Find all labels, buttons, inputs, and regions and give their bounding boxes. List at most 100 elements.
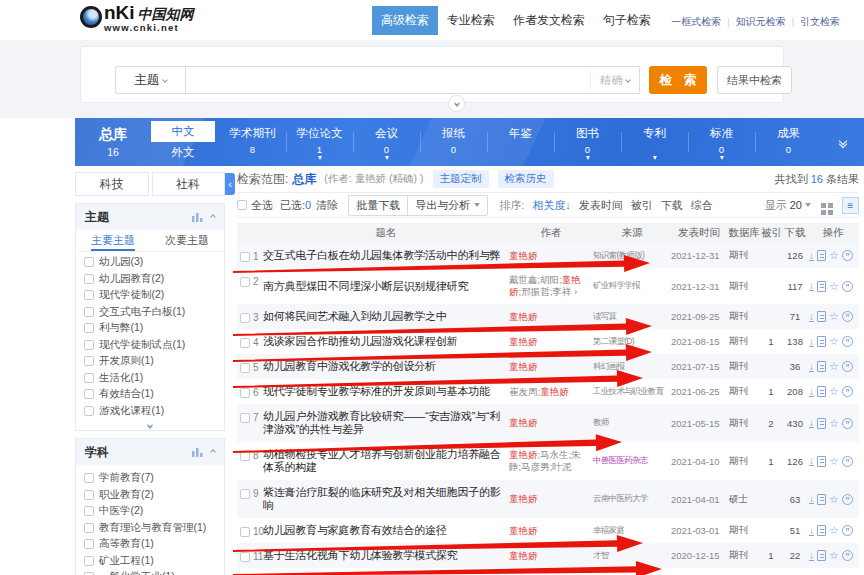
search-in-results-button[interactable]: 结果中检索 [717,66,792,94]
download-icon[interactable]: ↓ [809,387,814,397]
header-link[interactable]: 一框式检索 [671,15,721,29]
sort-option[interactable]: 发表时间 [579,198,623,213]
author-name[interactable]: 童艳娇 [509,311,538,322]
html-read-icon[interactable] [817,250,826,261]
result-title-link[interactable]: 如何将民间艺术融入到幼儿园教学之中 [263,310,509,323]
result-title-link[interactable]: 幼儿园教育中游戏化教学的创设分析 [263,360,509,373]
db-item[interactable]: 报纸0 [420,118,487,166]
collect-icon[interactable]: ☆ [829,494,839,505]
topic-filter-item[interactable]: 利与弊(1) [84,320,216,337]
checkbox[interactable] [84,490,94,500]
author-name[interactable]: 童艳娇 [509,550,538,561]
batch-download-button[interactable]: 批量下载 [349,196,407,215]
result-source[interactable]: 教师 [593,417,671,429]
db-total-tab[interactable]: 总库 16 [75,118,151,166]
download-icon[interactable]: ↓ [809,312,814,322]
html-read-icon[interactable] [817,281,826,292]
subject-filter-item[interactable]: 学前教育(7) [84,470,216,487]
result-download-count[interactable]: 126 [781,456,809,467]
lang-tab-2[interactable]: 外文 [151,142,215,163]
sidebar-collapse-button[interactable]: ‹ [225,173,235,195]
subject-filter-item[interactable]: 职业教育(2) [84,487,216,504]
author-name[interactable]: 童艳娇 [509,525,538,536]
subject-filter-item[interactable]: 矿业工程(1) [84,553,216,570]
checkbox[interactable] [84,274,94,284]
checkbox[interactable] [84,523,94,533]
result-download-count[interactable]: 126 [781,250,809,261]
search-button[interactable]: 检 索 [649,66,707,94]
sort-option[interactable]: 下载 [661,198,683,213]
quote-icon[interactable]: ” [842,361,853,372]
quote-icon[interactable]: ” [842,418,853,429]
db-item[interactable]: 学术期刊8 [219,118,286,166]
result-title-link[interactable]: 幼儿园教育与家庭教育有效结合的途径 [263,524,509,537]
result-title-link[interactable]: 动植物检疫专业人才培养与创新创业能力培养融合体系的构建 [263,448,509,474]
db-item[interactable]: 年鉴 [487,118,554,166]
result-title-link[interactable]: 紫连膏治疗肛裂的临床研究及对相关细胞因子的影响 [263,486,509,512]
quote-icon[interactable]: ” [842,456,853,467]
download-icon[interactable]: ↓ [809,526,814,536]
topic-filter-item[interactable]: 生活化(1) [84,370,216,387]
result-download-count[interactable]: 71 [781,311,809,322]
row-checkbox[interactable] [240,552,250,562]
quote-icon[interactable]: ” [842,281,853,292]
checkbox[interactable] [84,340,94,350]
html-read-icon[interactable] [817,336,826,347]
html-read-icon[interactable] [817,456,826,467]
author-name[interactable]: 童艳娇 [509,449,538,460]
download-icon[interactable]: ↓ [809,251,814,261]
list-view-icon[interactable]: ≡ [842,197,859,214]
result-download-count[interactable]: 117 [781,281,809,292]
lang-tab-1[interactable]: 中文 [151,121,215,142]
result-source[interactable]: 矿业科学学报 [593,280,671,292]
subject-filter-item[interactable]: 教育理论与教育管理(1) [84,520,216,537]
checkbox[interactable] [84,307,94,317]
page-size-select[interactable]: 20 [790,199,811,211]
author-name[interactable]: 戴世鑫;胡阳; [509,274,562,285]
author-name[interactable]: 童艳娇 [540,386,569,397]
scope-value[interactable]: 总库 [292,171,316,188]
author-name[interactable]: 童艳娇 [509,493,538,504]
topic-filter-item[interactable]: 有效结合(1) [84,386,216,403]
clear-selection-button[interactable]: 清除 [316,198,338,213]
collect-icon[interactable]: ☆ [829,418,839,429]
result-download-count[interactable]: 430 [781,418,809,429]
html-read-icon[interactable] [817,550,826,561]
collect-icon[interactable]: ☆ [829,336,839,347]
match-mode-select[interactable]: 精确 [590,71,639,89]
collect-icon[interactable]: ☆ [829,250,839,261]
html-read-icon[interactable] [817,418,826,429]
quote-icon[interactable]: ” [842,311,853,322]
topic-expand-more[interactable] [76,420,224,430]
row-checkbox[interactable] [240,277,250,287]
checkbox[interactable] [84,356,94,366]
db-item[interactable]: 标准0 [688,118,755,166]
quote-icon[interactable]: ” [842,250,853,261]
topic-custom-button[interactable]: 主题定制 [433,170,489,188]
sidebar-tab-2[interactable]: 社科 [152,172,226,196]
header-link[interactable]: 知识元检索 [736,15,786,29]
result-source[interactable]: 云南中医药大学 [593,493,671,505]
collapse-panel-icon[interactable] [210,214,216,220]
subject-filter-item[interactable]: 中医学(2) [84,503,216,520]
checkbox[interactable] [84,290,94,300]
html-read-icon[interactable] [817,361,826,372]
author-name[interactable]: 童艳娇 [509,417,538,428]
db-item[interactable]: 学位论文1 [286,118,353,166]
header-link[interactable]: 引文检索 [800,15,840,29]
topic-filter-item[interactable]: 现代学徒制(2) [84,287,216,304]
download-icon[interactable]: ↓ [809,337,814,347]
result-title-link[interactable]: 交互式电子白板在幼儿园集体教学活动中的利与弊 [263,249,509,262]
topic-filter-item[interactable]: 幼儿园(3) [84,254,216,271]
html-read-icon[interactable] [817,525,826,536]
collect-icon[interactable]: ☆ [829,386,839,397]
expand-search-toggle[interactable] [448,95,465,112]
result-download-count[interactable]: 36 [781,361,809,372]
result-source[interactable]: 幸福家庭 [593,525,671,537]
quote-icon[interactable]: ” [842,525,853,536]
collect-icon[interactable]: ☆ [829,525,839,536]
row-checkbox[interactable] [240,451,250,461]
result-source[interactable]: 中兽医医药杂志 [593,455,671,467]
checkbox[interactable] [84,406,94,416]
author-name[interactable]: 童艳娇 [509,250,538,261]
